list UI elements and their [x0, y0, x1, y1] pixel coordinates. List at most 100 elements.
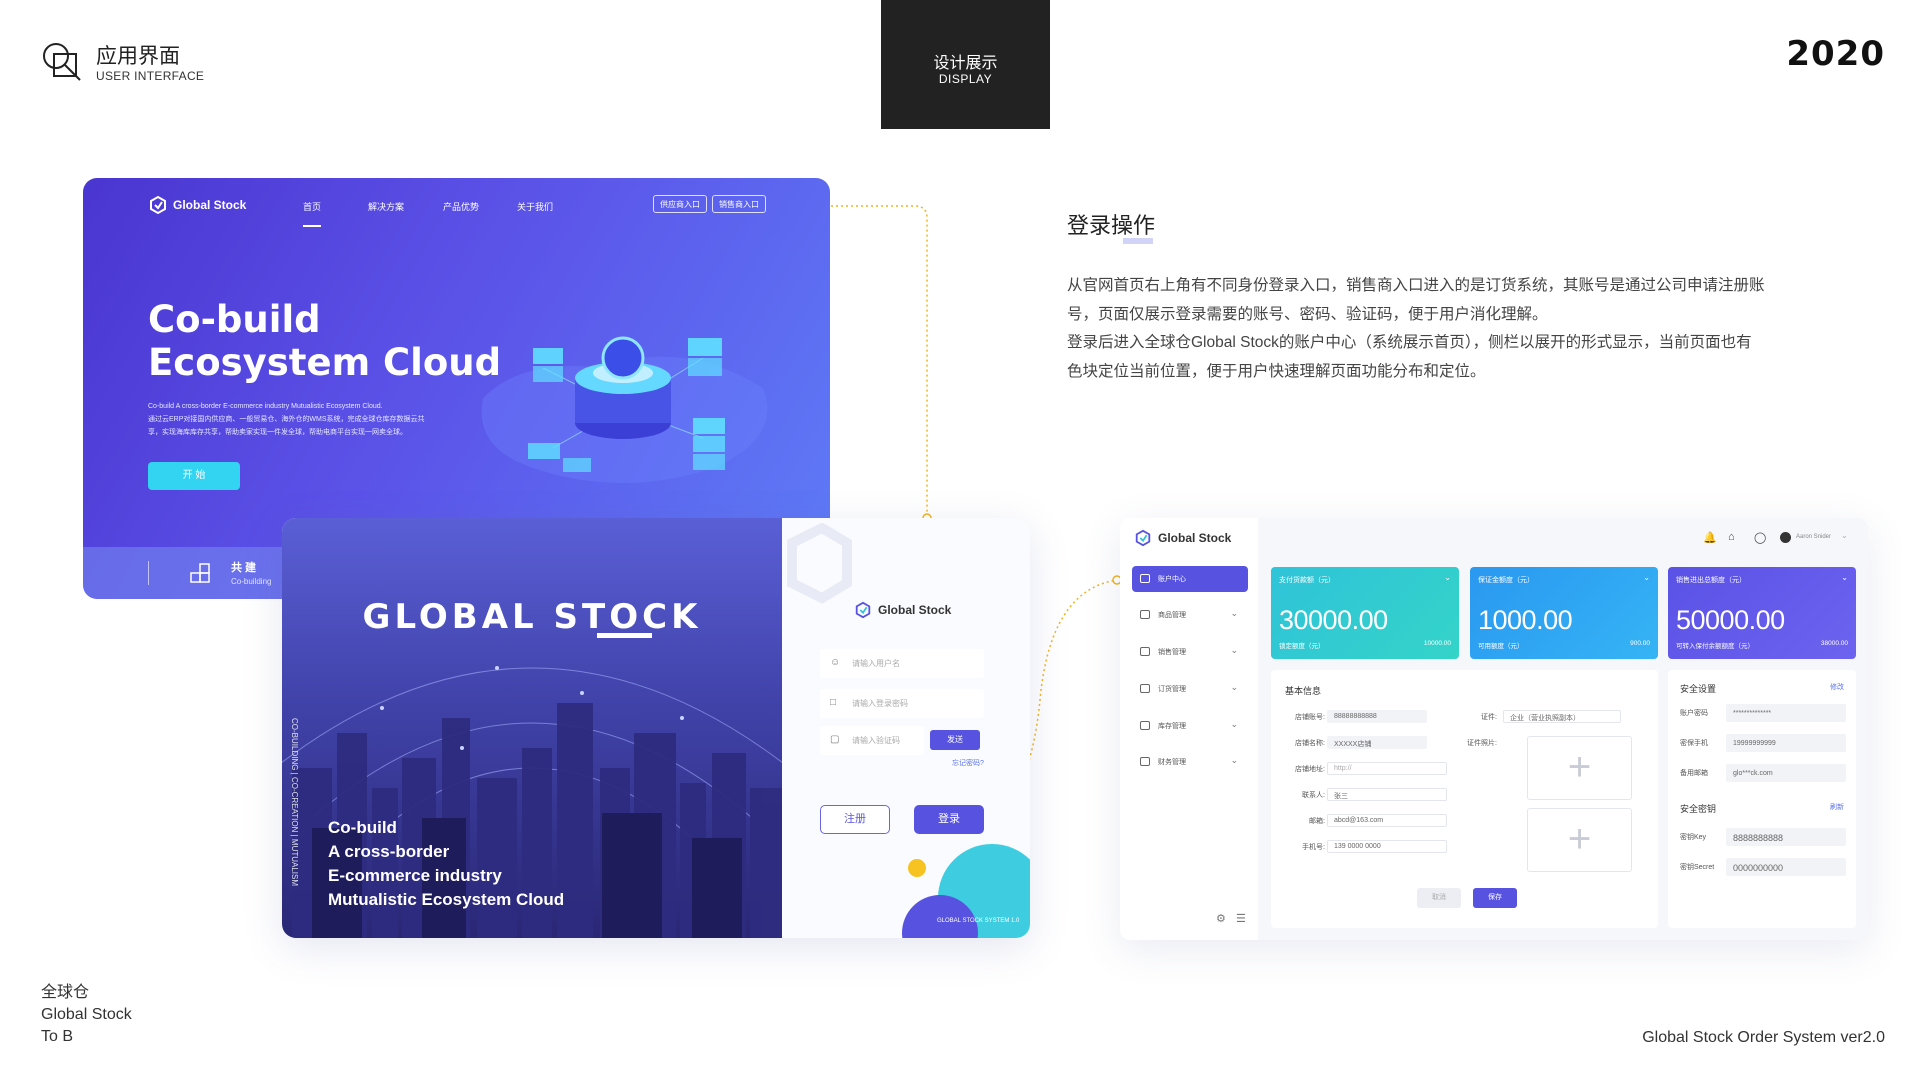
- sidebar-item-orders[interactable]: 订货管理 ⌄: [1132, 676, 1248, 702]
- sidebar-item-inventory[interactable]: 库存管理 ⌄: [1132, 713, 1248, 739]
- brand-underline: [597, 633, 652, 638]
- section-paragraph-2: 登录后进入全球仓Global Stock的账户中心（系统展示首页），侧栏以展开的…: [1067, 334, 1752, 380]
- password-input[interactable]: □ 请输入登录密码: [820, 689, 984, 718]
- forgot-password-link[interactable]: 忘记密码?: [952, 758, 984, 768]
- stat-card-sales-total[interactable]: 销售进出总额度（元） ⌄ 50000.00 可转入保付余额额度（元） 38000.0…: [1668, 567, 1856, 659]
- nav-about[interactable]: 关于我们: [517, 200, 553, 213]
- user-name[interactable]: Aaron Snider: [1796, 534, 1831, 540]
- chevron-down-icon: ⌄: [1444, 573, 1451, 582]
- email-input[interactable]: abcd@163.com: [1327, 814, 1447, 827]
- cloud-server-illustration: [481, 336, 768, 483]
- section-title: 登录操作: [1067, 208, 1155, 244]
- login-tagline: Co-build A cross-border E-commerce indus…: [328, 818, 565, 909]
- chevron-down-icon: ⌄: [1841, 531, 1848, 540]
- dashboard-logo[interactable]: Global Stock: [1134, 529, 1231, 547]
- watermark-logo-icon: [787, 523, 852, 604]
- security-title: 安全设置: [1680, 684, 1717, 694]
- cancel-button[interactable]: 取消: [1417, 888, 1461, 908]
- settings-icon[interactable]: ⚙: [1216, 912, 1226, 925]
- section-paragraph-1: 从官网首页右上角有不同身份登录入口，销售商入口进入的是订货系统，其账号是通过公司…: [1067, 277, 1765, 323]
- bell-icon[interactable]: 🔔: [1703, 531, 1717, 544]
- user-icon: ☺: [830, 657, 841, 668]
- seller-entry-button[interactable]: 销售商入口: [712, 195, 766, 213]
- register-button[interactable]: 注册: [820, 805, 890, 834]
- co-building-icon: [190, 563, 210, 583]
- supplier-entry-button[interactable]: 供应商入口: [653, 195, 707, 213]
- upload-photo-back[interactable]: +: [1527, 808, 1632, 872]
- website-logo[interactable]: Global Stock: [148, 195, 246, 215]
- keys-refresh-link[interactable]: 刷新: [1830, 802, 1844, 812]
- dashboard-preview: Global Stock 账户中心 商品管理 ⌄ 销售管理 ⌄ 订货管理 ⌄ 库存管理…: [1120, 518, 1868, 940]
- brand-logo-icon: [1135, 529, 1151, 547]
- start-button[interactable]: 开 始: [148, 462, 240, 490]
- shop-name-field: XXXXX店铺: [1327, 736, 1427, 749]
- order-icon: [1140, 684, 1150, 693]
- product-icon: [1140, 610, 1150, 619]
- save-button[interactable]: 保存: [1473, 888, 1517, 908]
- login-page-preview: GLOBAL STOCK CO-BUILDING | CO-CREATION |…: [282, 518, 1030, 938]
- api-key-field: 8888888888: [1726, 828, 1846, 846]
- send-code-button[interactable]: 发送: [930, 730, 980, 750]
- login-form: Global Stock ☺ 请输入用户名 □ 请输入登录密码 ▢ 请输入验证码…: [782, 518, 1030, 938]
- login-banner: GLOBAL STOCK CO-BUILDING | CO-CREATION |…: [282, 518, 782, 938]
- brand-logo-icon: [855, 601, 871, 619]
- shop-url-input[interactable]: http://: [1327, 762, 1447, 775]
- brand-logo-icon: [150, 195, 166, 215]
- header-title: 应用界面: [96, 45, 180, 68]
- keys-title: 安全密钥: [1680, 804, 1717, 814]
- sidebar-item-account[interactable]: 账户中心: [1132, 566, 1248, 592]
- shield-icon: ▢: [830, 734, 840, 745]
- chevron-down-icon: ⌄: [1230, 682, 1238, 692]
- shop-account-field: 88888888888: [1327, 710, 1427, 723]
- globe-icon[interactable]: ◯: [1754, 531, 1766, 544]
- website-hero-description: Co-build A cross-border E-commerce indus…: [148, 403, 425, 436]
- dashboard-topbar: 🔔 ⌂ ◯ Aaron Snider ⌄: [1258, 518, 1868, 568]
- contact-input[interactable]: 张三: [1327, 788, 1447, 801]
- sales-icon: [1140, 647, 1150, 656]
- footer-version: Global Stock Order System ver2.0: [1642, 1029, 1885, 1046]
- stat-card-deposit[interactable]: 保证金额度（元） ⌄ 1000.00 可用额度（元） 900.00: [1470, 567, 1658, 659]
- finance-icon: [1140, 757, 1150, 766]
- home-icon[interactable]: ⌂: [1728, 531, 1735, 543]
- website-hero-title: Co-build Ecosystem Cloud: [148, 298, 502, 384]
- nav-home[interactable]: 首页: [303, 200, 322, 227]
- chevron-down-icon: ⌄: [1643, 573, 1650, 582]
- chevron-down-icon: ⌄: [1230, 608, 1238, 618]
- year-label: 2020: [1786, 34, 1885, 74]
- lock-icon: □: [830, 697, 837, 708]
- security-edit-link[interactable]: 修改: [1830, 682, 1844, 692]
- backup-email-field: glo***ck.com: [1726, 764, 1846, 782]
- avatar[interactable]: [1780, 532, 1791, 543]
- stat-card-payment[interactable]: 支付货款额（元） ⌄ 30000.00 锁定额度（元） 10000.00: [1271, 567, 1459, 659]
- security-phone-field: 19999999999: [1726, 734, 1846, 752]
- nav-solutions[interactable]: 解决方案: [368, 200, 404, 213]
- strip-title: 共 建: [231, 562, 257, 574]
- nav-advantages[interactable]: 产品优势: [443, 200, 479, 213]
- login-button[interactable]: 登录: [914, 805, 984, 834]
- basic-info-panel: 基本信息 店铺账号: 88888888888 店铺名称: XXXXX店铺 店铺地…: [1271, 670, 1658, 928]
- api-secret-field: 0000000000: [1726, 858, 1846, 876]
- header-subtitle: USER INTERFACE: [96, 69, 205, 83]
- verification-code-input[interactable]: ▢ 请输入验证码: [820, 726, 924, 755]
- login-logo: Global Stock: [854, 601, 951, 619]
- username-input[interactable]: ☺ 请输入用户名: [820, 649, 984, 678]
- sidebar: Global Stock 账户中心 商品管理 ⌄ 销售管理 ⌄ 订货管理 ⌄ 库存管理…: [1120, 518, 1258, 940]
- sidebar-item-sales[interactable]: 销售管理 ⌄: [1132, 639, 1248, 665]
- footer-project-info: 全球仓 Global Stock To B: [41, 984, 132, 1045]
- strip-subtitle: Co-building: [231, 577, 272, 586]
- display-tab[interactable]: 设计展示 DISPLAY: [881, 0, 1050, 129]
- certificate-select[interactable]: 企业（营业执照副本）: [1503, 710, 1621, 723]
- ui-logo-icon: [43, 43, 81, 81]
- chevron-down-icon: ⌄: [1841, 573, 1848, 582]
- display-tab-label: 设计展示: [933, 55, 998, 72]
- sidebar-item-products[interactable]: 商品管理 ⌄: [1132, 602, 1248, 628]
- phone-input[interactable]: 139 0000 0000: [1327, 840, 1447, 853]
- security-panel: 安全设置 修改 账户密码 ************** 密保手机 1999999…: [1668, 670, 1856, 928]
- login-brand-title: GLOBAL STOCK: [362, 597, 702, 637]
- display-tab-sublabel: DISPLAY: [938, 72, 993, 86]
- menu-collapse-icon[interactable]: ☰: [1236, 912, 1246, 925]
- upload-photo-front[interactable]: +: [1527, 736, 1632, 800]
- chevron-down-icon: ⌄: [1230, 645, 1238, 655]
- inventory-icon: [1140, 721, 1150, 730]
- sidebar-item-finance[interactable]: 财务管理 ⌄: [1132, 749, 1248, 775]
